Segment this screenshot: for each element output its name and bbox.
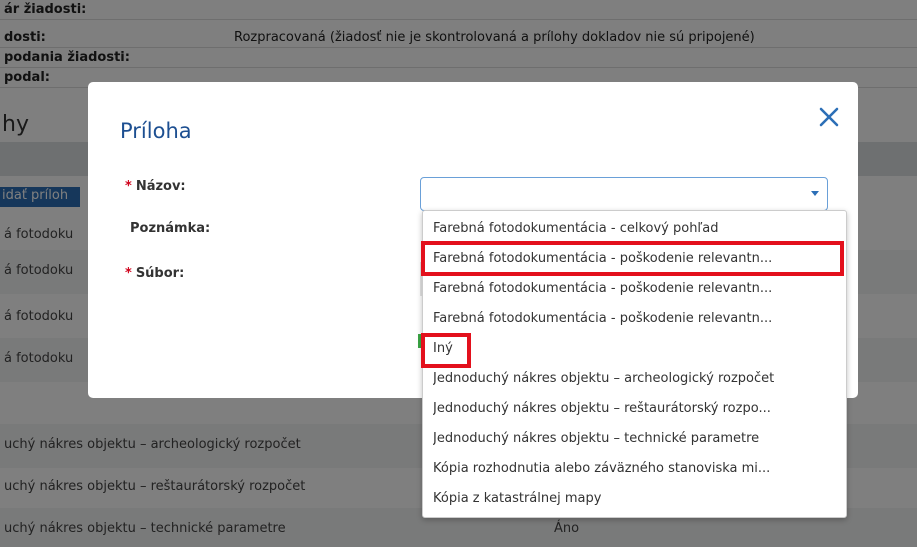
file-label: * Súbor:	[125, 266, 184, 281]
modal-title: Príloha	[120, 119, 192, 143]
dropdown-option[interactable]: Jednoduchý nákres objektu – technické pa…	[423, 425, 846, 453]
dropdown-option[interactable]: Farebná fotodokumentácia - poškodenie re…	[423, 275, 846, 303]
dropdown-option[interactable]: Jednoduchý nákres objektu – reštaurátors…	[423, 395, 846, 423]
required-mark: *	[125, 266, 132, 281]
dropdown-option[interactable]: Jednoduchý nákres objektu – archeologick…	[423, 365, 846, 393]
name-label-text: Názov:	[135, 179, 186, 194]
dropdown-option[interactable]: Kópia rozhodnutia alebo záväzného stanov…	[423, 455, 846, 483]
required-mark: *	[125, 179, 132, 194]
file-label-text: Súbor:	[135, 266, 185, 281]
dropdown-option[interactable]: Farebná fotodokumentácia - poškodenie re…	[423, 245, 846, 273]
dropdown-option[interactable]: Farebná fotodokumentácia - poškodenie re…	[423, 305, 846, 333]
close-icon[interactable]	[814, 102, 844, 132]
dropdown-option[interactable]: Kópia z katastrálnej mapy	[423, 485, 846, 513]
name-dropdown-list: Farebná fotodokumentácia - celkový pohľa…	[422, 210, 847, 518]
dropdown-option[interactable]: Iný	[423, 335, 846, 363]
name-label: * Názov:	[125, 179, 186, 194]
chevron-down-icon	[811, 191, 819, 196]
note-label: Poznámka:	[130, 221, 211, 236]
dropdown-option[interactable]: Farebná fotodokumentácia - celkový pohľa…	[423, 215, 846, 243]
name-select[interactable]	[420, 177, 828, 211]
